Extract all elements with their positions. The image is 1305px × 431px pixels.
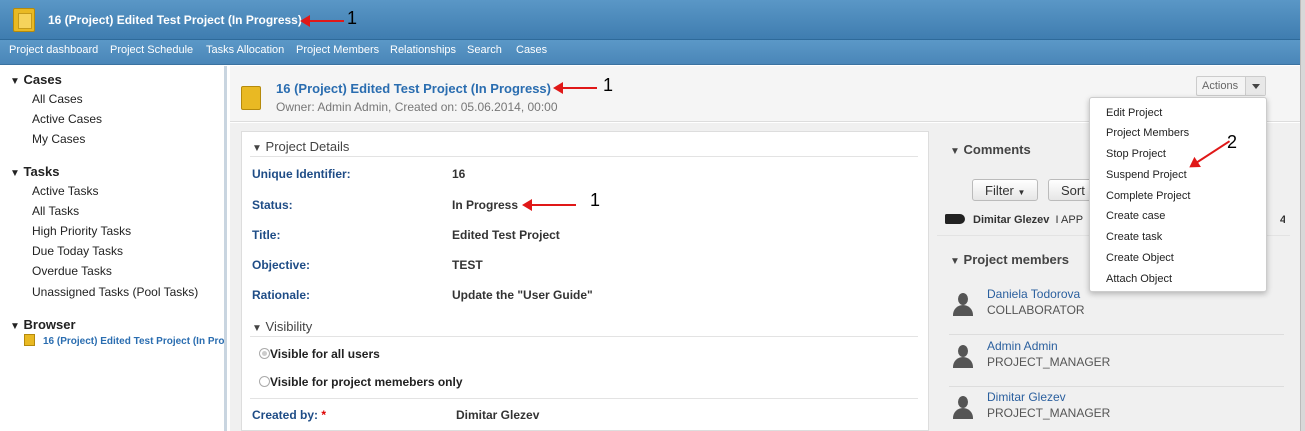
field-value-title: Edited Test Project: [452, 228, 560, 242]
sidebar-section-cases[interactable]: ▼ Cases: [10, 72, 62, 87]
field-value-created-by: Dimitar Glezev: [456, 408, 540, 422]
page-scrollbar[interactable]: [1300, 0, 1305, 431]
member-name[interactable]: Dimitar Glezev: [987, 390, 1066, 404]
radio-empty-icon: [259, 376, 270, 387]
member-item[interactable]: Daniela Todorova COLLABORATOR: [949, 285, 1284, 335]
annotation-number-title: 1: [603, 75, 614, 95]
project-icon: [13, 8, 35, 32]
browser-item-project[interactable]: 16 (Project) Edited Test Project (In Pro…: [24, 334, 224, 347]
project-details-panel: ▼ Project Details Unique Identifier: 16 …: [241, 131, 929, 431]
field-label-title: Title:: [252, 228, 281, 242]
nav-cases[interactable]: Cases: [516, 44, 547, 56]
member-item[interactable]: Admin Admin PROJECT_MANAGER: [949, 337, 1284, 387]
annotation-number-header: 1: [347, 8, 358, 28]
menu-item-attach-object[interactable]: Attach Object: [1106, 273, 1172, 285]
sidebar-item-due-today-tasks[interactable]: Due Today Tasks: [32, 244, 123, 258]
field-label-objective: Objective:: [252, 258, 311, 272]
annotation-arrow-title: [553, 82, 597, 94]
sidebar: ▼ Cases All Cases Active Cases My Cases …: [0, 66, 227, 431]
nav-project-schedule[interactable]: Project Schedule: [110, 44, 193, 56]
member-name[interactable]: Admin Admin: [987, 339, 1058, 353]
project-owner-info: Owner: Admin Admin, Created on: 05.06.20…: [276, 100, 558, 114]
collapse-icon: ▼: [10, 168, 20, 179]
field-value-rationale: Update the "User Guide": [452, 288, 593, 302]
annotation-arrow-header: [300, 15, 344, 27]
sidebar-section-browser[interactable]: ▼ Browser: [10, 317, 76, 332]
actions-dropdown-button[interactable]: Actions: [1196, 76, 1266, 96]
section-visibility[interactable]: ▼ Visibility: [252, 319, 312, 334]
app-header: 16 (Project) Edited Test Project (In Pro…: [0, 0, 1300, 40]
project-nav: Project dashboard Project Schedule Tasks…: [0, 40, 1300, 65]
radio-visible-members-only[interactable]: Visible for project memebers only: [259, 375, 463, 389]
section-project-members[interactable]: ▼ Project members: [950, 252, 1069, 267]
collapse-icon: ▼: [252, 143, 262, 154]
nav-relationships[interactable]: Relationships: [390, 44, 456, 56]
radio-selected-icon: [259, 348, 270, 359]
caret-down-icon: ▼: [1017, 188, 1026, 197]
menu-item-create-case[interactable]: Create case: [1106, 210, 1165, 222]
member-role: PROJECT_MANAGER: [987, 406, 1111, 420]
field-value-objective: TEST: [452, 258, 483, 272]
divider: [250, 398, 918, 399]
menu-item-create-object[interactable]: Create Object: [1106, 252, 1174, 264]
annotation-number-suspend: 2: [1227, 132, 1238, 152]
actions-menu: Edit Project Project Members Stop Projec…: [1089, 97, 1267, 292]
header-title: 16 (Project) Edited Test Project (In Pro…: [48, 13, 302, 27]
menu-item-suspend-project[interactable]: Suspend Project: [1106, 169, 1187, 181]
nav-project-members[interactable]: Project Members: [296, 44, 379, 56]
project-icon: [241, 86, 261, 110]
collapse-icon: ▼: [10, 76, 20, 87]
member-role: PROJECT_MANAGER: [987, 355, 1111, 369]
required-mark: *: [321, 408, 327, 422]
page-title[interactable]: 16 (Project) Edited Test Project (In Pro…: [276, 81, 551, 96]
menu-item-complete-project[interactable]: Complete Project: [1106, 190, 1190, 202]
sidebar-item-unassigned-tasks[interactable]: Unassigned Tasks (Pool Tasks): [32, 285, 198, 299]
field-label-status: Status:: [252, 198, 293, 212]
collapse-icon: ▼: [252, 323, 262, 334]
filter-button[interactable]: Filter ▼: [972, 179, 1039, 201]
nav-project-dashboard[interactable]: Project dashboard: [9, 44, 98, 56]
sidebar-item-all-cases[interactable]: All Cases: [32, 92, 83, 106]
annotation-arrow-status: [522, 199, 576, 211]
sidebar-section-tasks[interactable]: ▼ Tasks: [10, 164, 59, 179]
tag-icon: [945, 214, 965, 224]
field-value-unique-identifier: 16: [452, 167, 466, 181]
sidebar-item-active-tasks[interactable]: Active Tasks: [32, 184, 98, 198]
field-label-unique-identifier: Unique Identifier:: [252, 167, 351, 181]
section-project-details[interactable]: ▼ Project Details: [252, 139, 349, 154]
divider: [250, 156, 918, 157]
user-avatar-icon: [951, 293, 975, 317]
radio-visible-all-users[interactable]: Visible for all users: [259, 347, 380, 361]
collapse-icon: ▼: [950, 256, 960, 267]
field-value-status: In Progress: [452, 198, 519, 212]
sidebar-item-all-tasks[interactable]: All Tasks: [32, 204, 79, 218]
nav-search[interactable]: Search: [467, 44, 502, 56]
member-role: COLLABORATOR: [987, 303, 1085, 317]
menu-item-project-members[interactable]: Project Members: [1106, 127, 1189, 139]
menu-item-create-task[interactable]: Create task: [1106, 231, 1162, 243]
sidebar-item-high-priority-tasks[interactable]: High Priority Tasks: [32, 224, 131, 238]
user-avatar-icon: [951, 345, 975, 369]
sidebar-item-overdue-tasks[interactable]: Overdue Tasks: [32, 264, 112, 278]
field-label-rationale: Rationale:: [252, 288, 311, 302]
member-name[interactable]: Daniela Todorova: [987, 287, 1080, 301]
nav-tasks-allocation[interactable]: Tasks Allocation: [206, 44, 284, 56]
field-label-created-by: Created by: *: [252, 408, 327, 422]
sidebar-item-my-cases[interactable]: My Cases: [32, 132, 85, 146]
collapse-icon: ▼: [10, 321, 20, 332]
collapse-icon: ▼: [950, 146, 960, 157]
divider: [250, 336, 918, 337]
section-comments[interactable]: ▼ Comments: [950, 142, 1031, 157]
project-icon: [24, 334, 35, 346]
menu-item-edit-project[interactable]: Edit Project: [1106, 107, 1162, 119]
annotation-number-status: 1: [590, 190, 601, 210]
user-avatar-icon: [951, 396, 975, 420]
menu-item-stop-project[interactable]: Stop Project: [1106, 148, 1166, 160]
chevron-down-icon: [1245, 77, 1265, 95]
sidebar-item-active-cases[interactable]: Active Cases: [32, 112, 102, 126]
member-item[interactable]: Dimitar Glezev PROJECT_MANAGER: [949, 388, 1284, 431]
